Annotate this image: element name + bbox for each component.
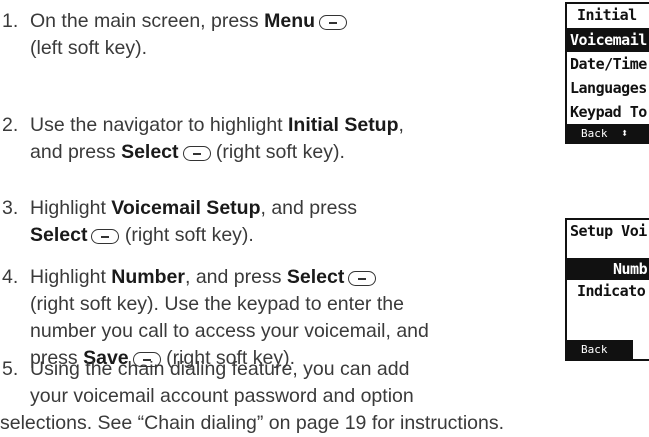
step-text: On the main screen, press	[30, 10, 265, 32]
step-text: ,	[398, 114, 404, 136]
screen-indicator-item: Indicato	[577, 282, 646, 300]
step-line: On the main screen, press Menu	[30, 8, 348, 35]
screen-menu-item: Voicemail	[567, 28, 649, 52]
step-1: 1. On the main screen, press Menu (left so…	[0, 8, 348, 62]
step-text: , and press	[184, 266, 287, 288]
step-number: 4.	[2, 266, 19, 288]
key-name: Number	[111, 266, 185, 288]
step-text: Use the navigator to highlight	[30, 114, 288, 136]
step-3: 3. Highlight Voicemail Setup, and press Se…	[0, 195, 357, 249]
back-softkey-label: Back	[567, 340, 633, 359]
screen-softkey-bar: Back ⬍	[567, 124, 649, 142]
key-name: Initial Setup	[288, 114, 399, 136]
screen-title: Initial	[577, 6, 637, 24]
step-line: your voicemail account password and opti…	[30, 383, 504, 410]
step-text: Highlight	[30, 197, 112, 219]
step-number: 2.	[2, 114, 19, 136]
screen-softkey-bar: Back	[567, 340, 649, 359]
screen-title: Setup Voi	[570, 222, 647, 240]
step-line: number you call to access your voicemail…	[30, 318, 429, 345]
step-text: (left soft key).	[30, 37, 148, 59]
step-line: (left soft key).	[30, 35, 347, 62]
step-line: Highlight Voicemail Setup, and press	[30, 195, 357, 222]
phone-screen-setup-voicemail: Setup Voi Numb Indicato Back	[565, 218, 649, 361]
key-name: Menu	[264, 10, 316, 32]
key-name: Voicemail Setup	[111, 197, 261, 219]
step-number: 1.	[2, 10, 19, 32]
soft-key-icon	[319, 15, 348, 30]
screen-menu-item: Languages	[570, 79, 647, 97]
soft-key-icon	[182, 146, 211, 161]
step-text: and press	[30, 141, 122, 163]
step-line: Highlight Number, and press Select	[30, 264, 429, 291]
soft-key-icon	[348, 271, 377, 286]
step-number: 5.	[2, 358, 19, 380]
screen-menu-item: Date/Time	[570, 55, 647, 73]
step-line: Use the navigator to highlight Initial S…	[30, 112, 404, 139]
step-text: your voicemail account password and opti…	[30, 385, 414, 407]
step-line: (right soft key). Use the keypad to ente…	[30, 291, 429, 318]
screen-menu-list: Voicemail Date/Time Languages Keypad To	[567, 28, 649, 124]
key-name: Select	[121, 141, 179, 163]
back-softkey-label: Back	[581, 127, 608, 140]
step-5: 5. Using the chain dialing feature, you c…	[0, 356, 504, 437]
step-text: (right soft key). Use the keypad to ente…	[30, 293, 404, 315]
step-text: Highlight	[30, 266, 112, 288]
step-text: (right soft key).	[119, 224, 254, 246]
step-2: 2. Use the navigator to highlight Initial…	[0, 112, 404, 166]
soft-key-icon	[91, 229, 120, 244]
step-line: Using the chain dialing feature, you can…	[30, 356, 504, 383]
up-down-arrows-icon: ⬍	[621, 126, 629, 140]
step-line: Select (right soft key).	[30, 222, 357, 249]
step-number: 3.	[2, 197, 19, 219]
step-line: and press Select (right soft key).	[30, 139, 404, 166]
step-text: (right soft key).	[210, 141, 345, 163]
screen-menu-item: Keypad To	[570, 103, 647, 121]
step-text: , and press	[260, 197, 357, 219]
step-line: selections. See “Chain dialing” on page …	[0, 410, 504, 437]
step-text: selections. See “Chain dialing” on page …	[0, 412, 505, 434]
phone-screen-initial-setup: Initial Voicemail Date/Time Languages Keypa…	[565, 2, 649, 144]
key-name: Select	[286, 266, 345, 288]
key-name: Select	[30, 224, 88, 246]
screen-highlighted-item: Numb	[567, 258, 649, 280]
step-text: number you call to access your voicemail…	[30, 320, 429, 342]
step-text: Using the chain dialing feature, you can…	[30, 358, 410, 380]
